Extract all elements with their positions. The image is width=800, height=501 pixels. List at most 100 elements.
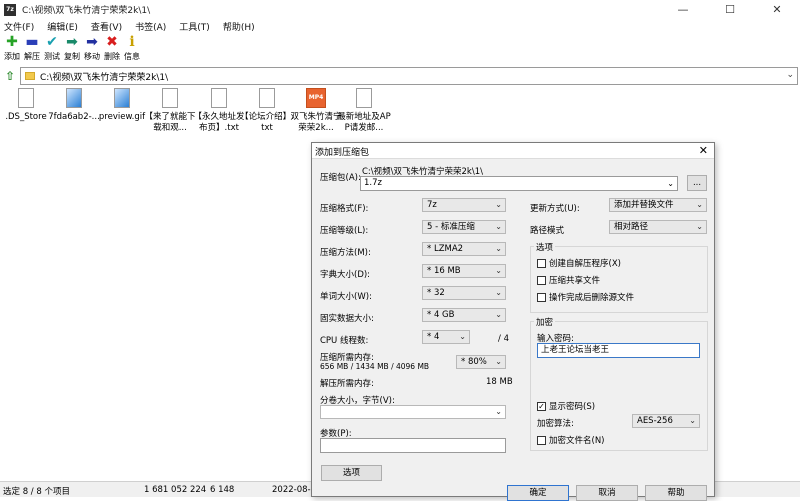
image-file-icon [114, 88, 130, 108]
menu-bookmarks[interactable]: 书签(A) [135, 20, 166, 33]
file-item[interactable]: 【永久地址发布页】.txt [193, 86, 245, 134]
file-name: 【来了就能下载和观... [144, 112, 196, 133]
memory-usage-value: * 80% [461, 357, 487, 367]
close-button[interactable]: ✕ [754, 0, 800, 19]
move-label: 移动 [84, 52, 100, 61]
password-input[interactable]: 上老王论坛当老王 [537, 343, 700, 358]
archive-name-input[interactable]: 1.7z ⌄ [360, 176, 678, 191]
help-button[interactable]: 帮助 [645, 485, 707, 501]
chevron-down-icon[interactable]: ⌄ [667, 177, 674, 190]
parameters-input[interactable] [320, 438, 506, 453]
menu-edit[interactable]: 编辑(E) [47, 20, 78, 33]
checkbox-box [537, 258, 546, 268]
options-button[interactable]: 选项 [321, 465, 382, 481]
memory-usage-select[interactable]: * 80% ⌄ [456, 355, 506, 369]
create-sfx-label: 创建自解压程序(X) [549, 259, 621, 269]
encryption-method-value: AES-256 [637, 416, 673, 426]
options-group-title: 选项 [534, 241, 556, 253]
menu-help[interactable]: 帮助(H) [223, 20, 255, 33]
encryption-method-label: 加密算法: [537, 419, 574, 429]
dialog-close-icon[interactable]: ✕ [699, 144, 708, 157]
file-name: 【论坛介绍】.txt [240, 112, 294, 133]
archive-name-value: 1.7z [364, 178, 382, 188]
file-item[interactable]: MP4 双飞朱竹清宁荣荣2k... [290, 86, 342, 134]
delete-button[interactable]: ✖ 删除 [102, 35, 122, 65]
file-icon [18, 88, 34, 108]
encryption-method-select[interactable]: AES-256 ⌄ [632, 414, 700, 428]
menu-tools[interactable]: 工具(T) [179, 20, 210, 33]
chevron-down-icon: ⌄ [689, 416, 696, 425]
dictionary-select[interactable]: * 16 MB ⌄ [422, 264, 506, 278]
file-item[interactable]: 【论坛介绍】.txt [240, 86, 294, 134]
update-mode-label: 更新方式(U): [530, 204, 580, 214]
file-item[interactable]: preview.gif [96, 86, 148, 123]
status-packed: 6 148 [210, 485, 235, 495]
show-password-checkbox[interactable]: ✓ 显示密码(S) [537, 400, 595, 412]
cancel-button[interactable]: 取消 [576, 485, 638, 501]
level-select[interactable]: 5 - 标准压缩 ⌄ [422, 220, 506, 234]
extract-button[interactable]: ▬ 解压 [22, 35, 42, 65]
ok-button[interactable]: 确定 [507, 485, 569, 501]
create-sfx-checkbox[interactable]: 创建自解压程序(X) [537, 257, 621, 269]
level-value: 5 - 标准压缩 [427, 222, 475, 232]
checkbox-box [537, 435, 546, 445]
level-label: 压缩等级(L): [320, 226, 369, 236]
decompress-memory-label: 解压所需内存: [320, 379, 374, 389]
file-icon [356, 88, 372, 108]
solid-size-select[interactable]: * 4 GB ⌄ [422, 308, 506, 322]
checkbox-box [537, 275, 546, 285]
format-label: 压缩格式(F): [320, 204, 369, 214]
file-icon [162, 88, 178, 108]
update-mode-value: 添加并替换文件 [614, 200, 674, 210]
menu-view[interactable]: 查看(V) [91, 20, 122, 33]
info-button[interactable]: i 信息 [122, 35, 142, 65]
test-label: 测试 [44, 52, 60, 61]
chevron-down-icon: ⌄ [495, 357, 502, 366]
move-button[interactable]: ➡ 移动 [82, 35, 102, 65]
extract-icon: ▬ [25, 34, 39, 50]
method-select[interactable]: * LZMA2 ⌄ [422, 242, 506, 256]
password-value: 上老王论坛当老王 [541, 345, 610, 355]
test-button[interactable]: ✔ 测试 [42, 35, 62, 65]
maximize-button[interactable]: ☐ [707, 0, 753, 19]
file-item[interactable]: 【来了就能下载和观... [144, 86, 196, 134]
chevron-down-icon: ⌄ [495, 244, 502, 253]
status-date: 2022-08-1 [272, 485, 316, 495]
file-item[interactable]: 最新地址及APP请发邮... [337, 86, 391, 134]
compress-memory-detail: 656 MB / 1434 MB / 4096 MB [320, 362, 430, 371]
dictionary-label: 字典大小(D): [320, 270, 371, 280]
encrypt-names-checkbox[interactable]: 加密文件名(N) [537, 434, 605, 446]
file-item[interactable]: 7fda6ab2-... [48, 86, 100, 123]
menu-file[interactable]: 文件(F) [4, 20, 34, 33]
cpu-threads-label: CPU 线程数: [320, 336, 369, 346]
delete-after-checkbox[interactable]: 操作完成后删除源文件 [537, 291, 634, 303]
status-size: 1 681 052 224 [144, 485, 207, 495]
up-folder-icon[interactable]: ⇧ [3, 69, 17, 83]
split-size-select[interactable]: ⌄ [320, 405, 506, 419]
add-button[interactable]: ✚ 添加 [2, 35, 22, 65]
solid-size-label: 固实数据大小: [320, 314, 374, 324]
compress-shared-checkbox[interactable]: 压缩共享文件 [537, 274, 600, 286]
update-mode-select[interactable]: 添加并替换文件 ⌄ [609, 198, 707, 212]
toolbar: ✚ 添加 ▬ 解压 ✔ 测试 ➡ 复制 ➡ 移动 ✖ 删除 i 信息 [0, 35, 800, 65]
chevron-down-icon[interactable]: ⌄ [786, 70, 794, 80]
add-label: 添加 [4, 52, 20, 61]
chevron-down-icon: ⌄ [495, 266, 502, 275]
dialog-title: 添加到压缩包 [315, 148, 370, 158]
browse-button[interactable]: ... [687, 175, 707, 191]
format-select[interactable]: 7z ⌄ [422, 198, 506, 212]
file-item[interactable]: .DS_Store [0, 86, 52, 123]
file-icon [211, 88, 227, 108]
word-size-select[interactable]: * 32 ⌄ [422, 286, 506, 300]
path-mode-select[interactable]: 相对路径 ⌄ [609, 220, 707, 234]
address-field[interactable]: C:\视频\双飞朱竹清宁荣荣2k\1\ ⌄ [20, 67, 798, 85]
decompress-memory-value: 18 MB [486, 377, 513, 387]
folder-icon [25, 72, 35, 80]
solid-size-value: * 4 GB [427, 310, 455, 320]
copy-icon: ➡ [66, 34, 78, 50]
copy-button[interactable]: ➡ 复制 [62, 35, 82, 65]
cpu-threads-select[interactable]: * 4 ⌄ [422, 330, 470, 344]
extract-label: 解压 [24, 52, 40, 61]
word-size-label: 单词大小(W): [320, 292, 372, 302]
minimize-button[interactable]: — [660, 0, 706, 19]
